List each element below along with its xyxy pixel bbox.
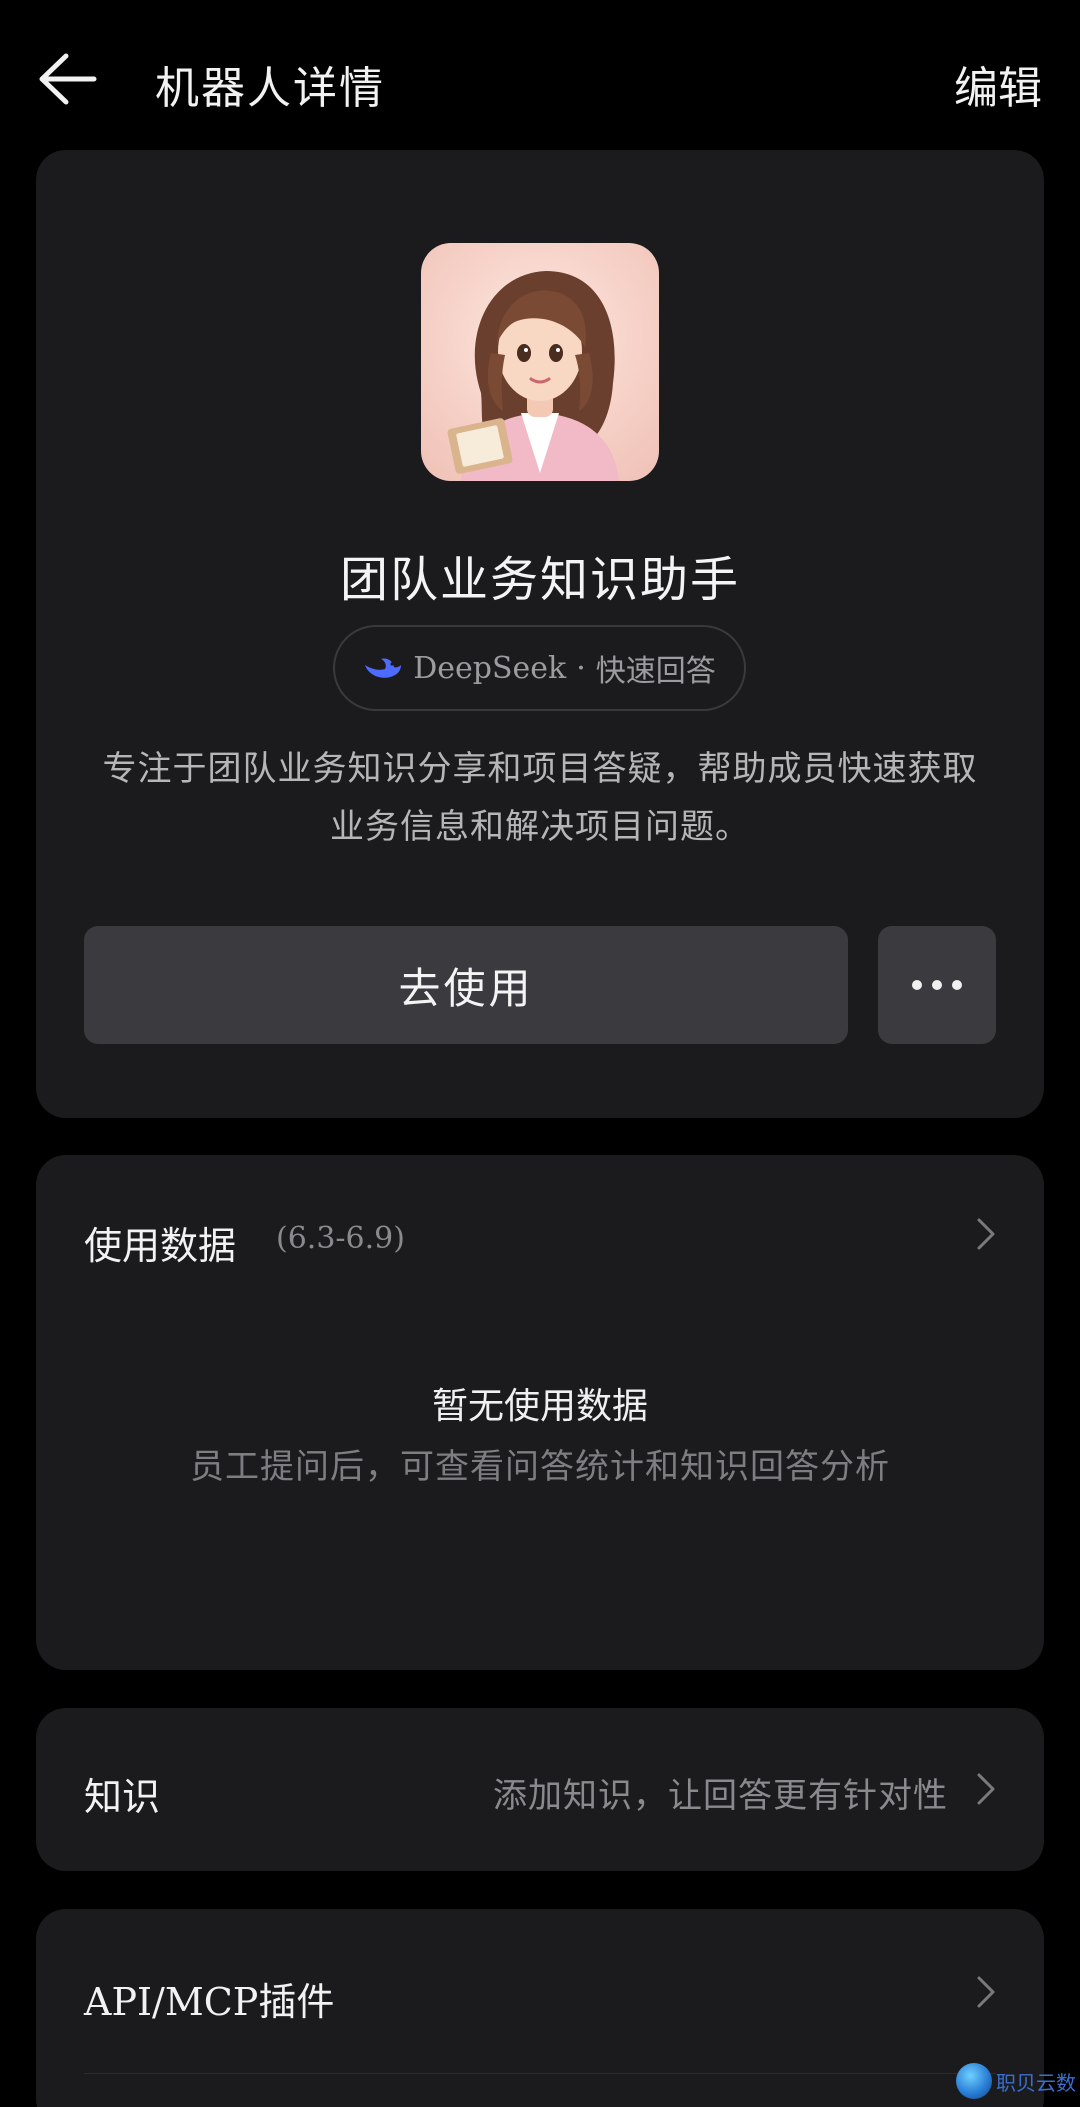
watermark: 职贝云数 (956, 2063, 1076, 2099)
knowledge-hint: 添加知识，让回答更有针对性 (493, 1776, 948, 1816)
knowledge-row[interactable]: 知识 添加知识，让回答更有针对性 (36, 1708, 1044, 1871)
plugin-label: API/MCP插件 (84, 1980, 335, 2024)
more-horizontal-icon-dot (912, 980, 922, 990)
assistant-avatar-illustration (447, 271, 619, 481)
page-title: 机器人详情 (155, 63, 385, 114)
watermark-logo-icon (956, 2063, 992, 2099)
watermark-text: 职贝云数 (996, 2070, 1076, 2095)
more-horizontal-icon-dot (932, 980, 942, 990)
use-bot-button[interactable]: 去使用 (84, 926, 848, 1044)
bot-profile-card: 团队业务知识助手 DeepSeek · 快速回答 专注于团队业务知识分享和项目答… (36, 150, 1044, 1118)
bot-description: 专注于团队业务知识分享和项目答疑，帮助成员快速获取业务信息和解决项目问题。 (102, 749, 978, 847)
back-button[interactable] (36, 50, 100, 108)
edit-button[interactable]: 编辑 (954, 52, 1042, 116)
plugin-row[interactable]: API/MCP插件 (36, 1909, 1044, 2107)
bot-detail-page: 机器人详情 编辑 团队业务知识助手 DeepSeek · 快速回答 专注于团队业… (0, 0, 1080, 2107)
deepseek-whale-icon (365, 658, 402, 678)
chevron-right-icon (977, 1773, 995, 1805)
more-horizontal-icon-dot (952, 980, 962, 990)
empty-state-description: 员工提问后，可查看问答统计和知识回答分析 (190, 1447, 890, 1487)
usage-data-card[interactable]: 使用数据 (6.3-6.9) 暂无使用数据 员工提问后，可查看问答统计和知识回答… (36, 1155, 1044, 1670)
chevron-right-icon (977, 1976, 995, 2008)
model-name: DeepSeek (413, 650, 567, 686)
model-separator: · (576, 650, 586, 686)
divider (84, 2073, 996, 2074)
usage-title: 使用数据 (84, 1224, 237, 1268)
more-options-button[interactable] (878, 926, 996, 1044)
arrow-left-icon (39, 53, 97, 105)
top-app-bar: 机器人详情 编辑 (0, 0, 1080, 150)
empty-state-title: 暂无使用数据 (431, 1386, 648, 1427)
model-chip: DeepSeek · 快速回答 (333, 625, 746, 711)
bot-name: 团队业务知识助手 (339, 552, 740, 608)
usage-date-range: (6.3-6.9) (276, 1221, 405, 1256)
knowledge-label: 知识 (84, 1775, 161, 1819)
bot-avatar (421, 243, 659, 481)
chevron-right-icon[interactable] (976, 1217, 996, 1251)
model-mode: 快速回答 (595, 654, 716, 689)
